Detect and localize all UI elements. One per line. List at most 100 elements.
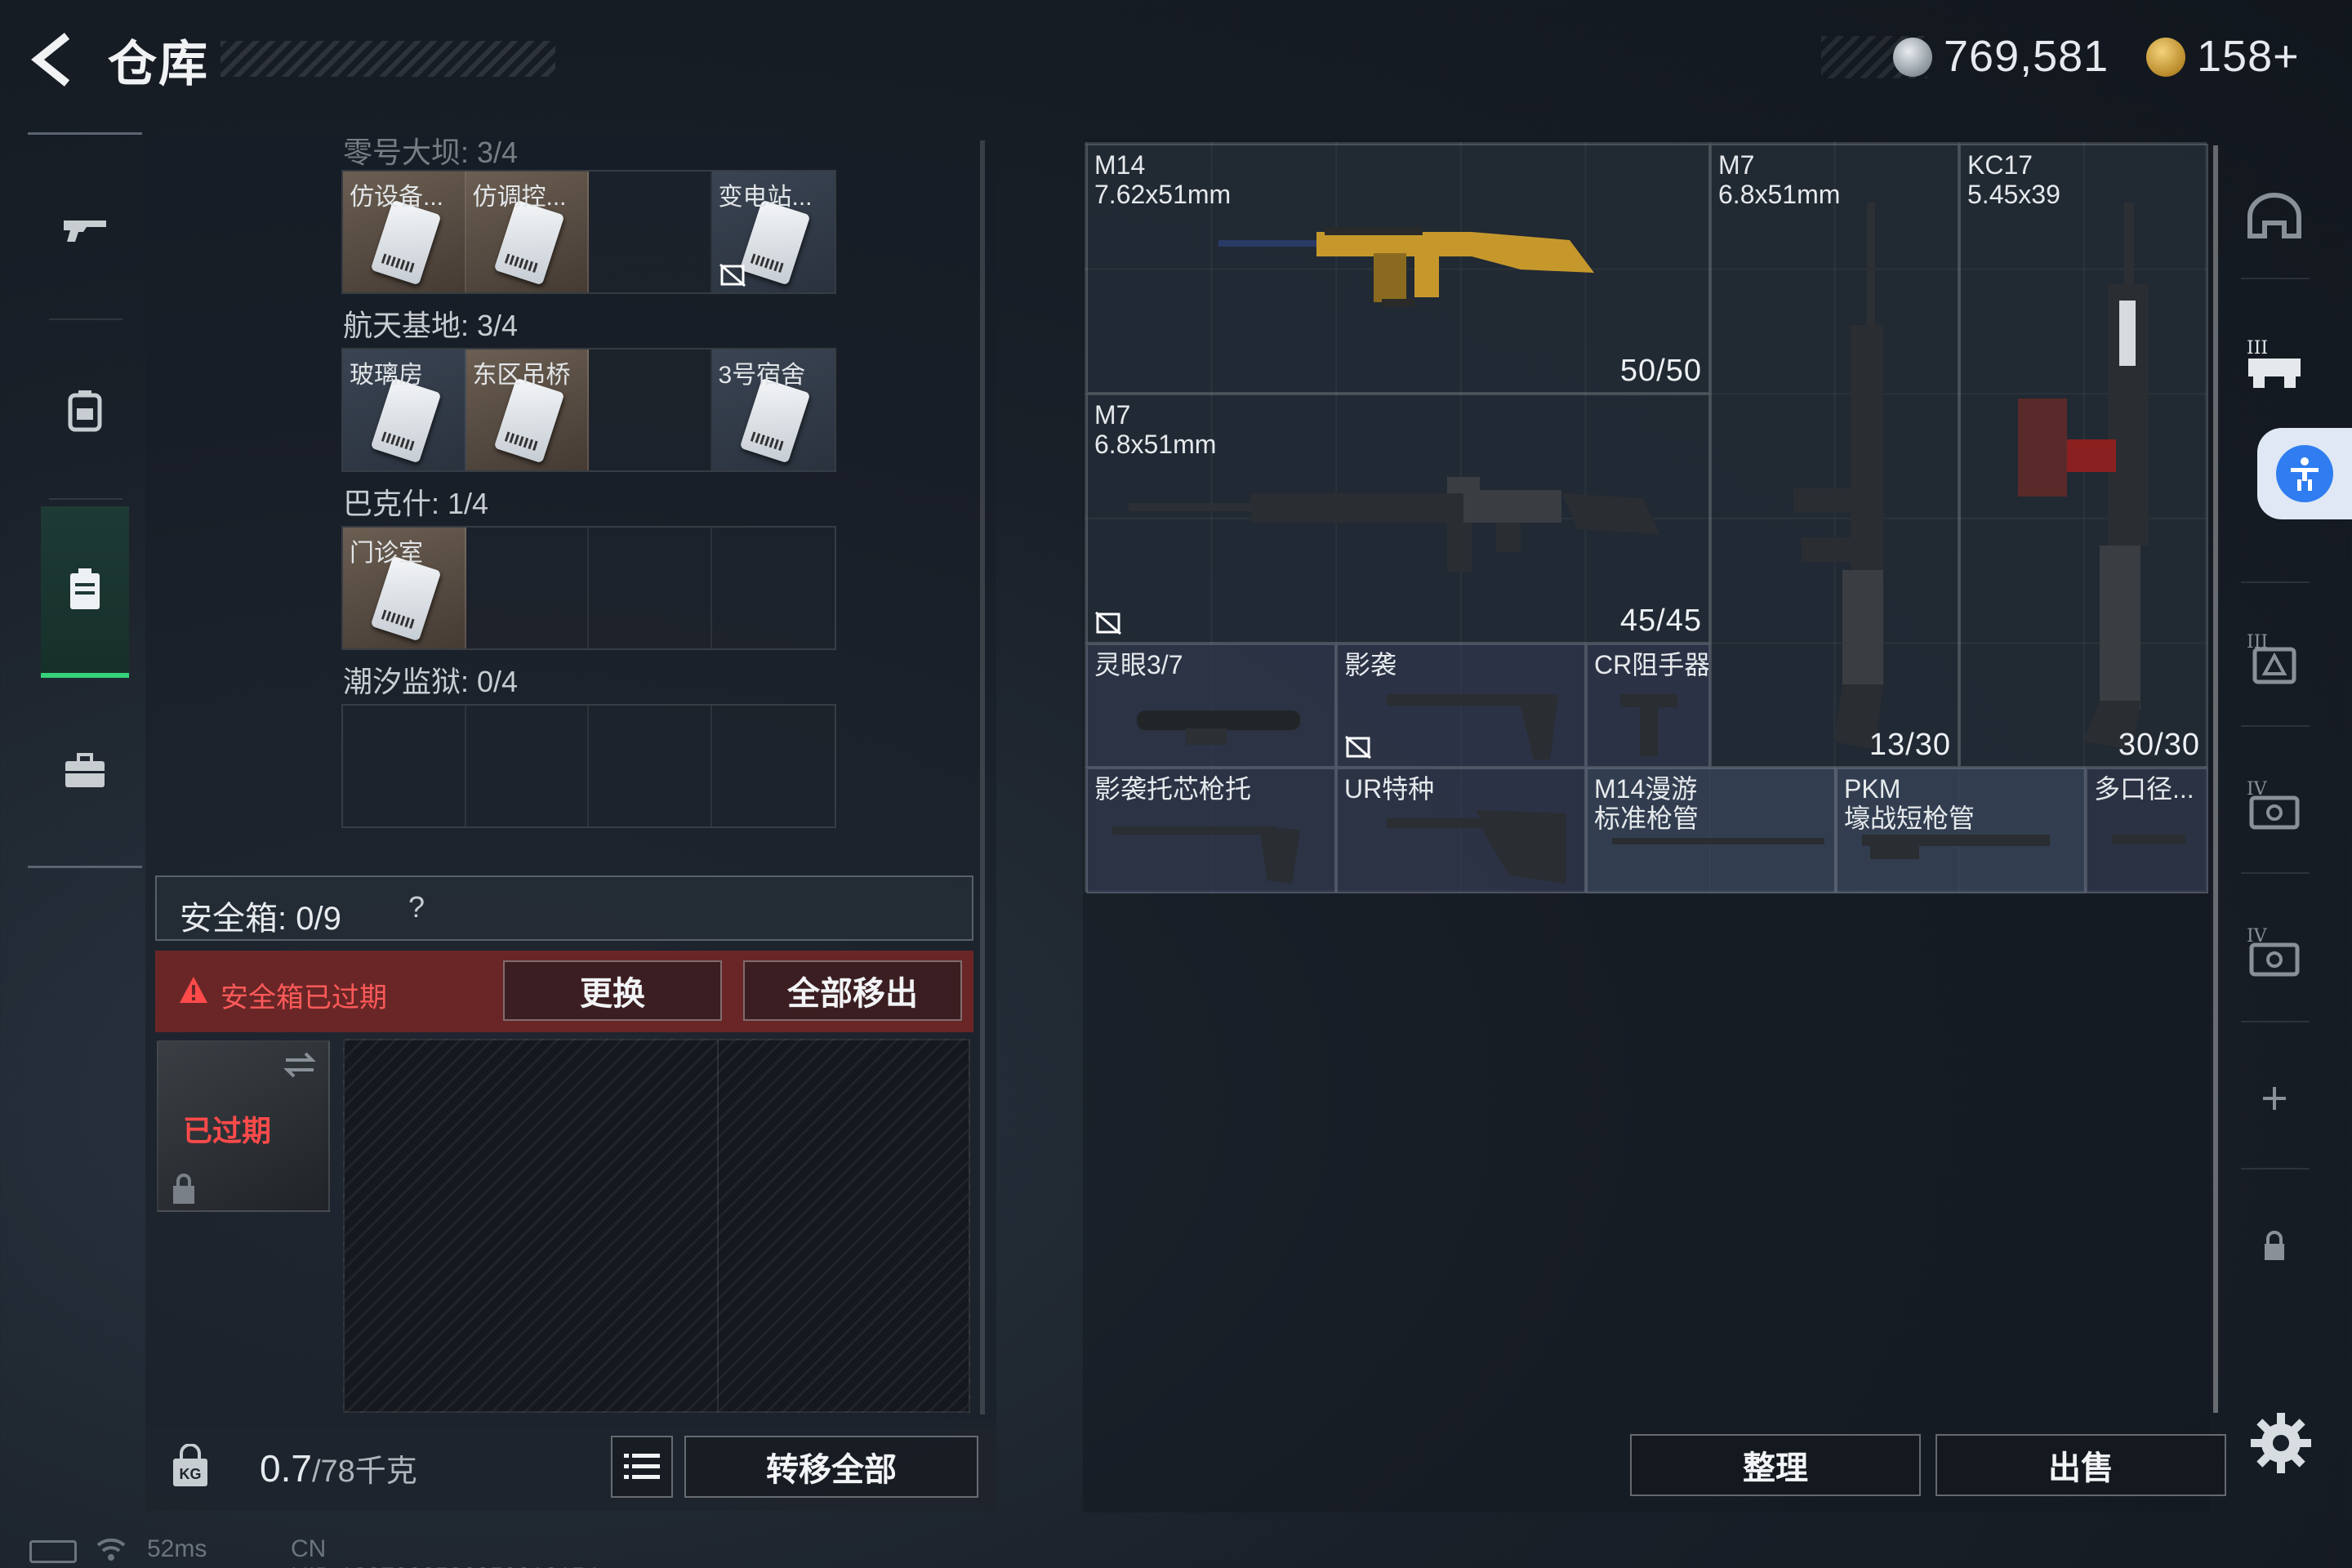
title-decor-stripe xyxy=(220,41,555,77)
attachment-barrel[interactable]: M14漫游 标准枪管 xyxy=(1586,768,1836,893)
help-button[interactable]: ? xyxy=(399,890,434,926)
attachment-scope[interactable]: 灵眼3/7 xyxy=(1086,644,1336,768)
briefcase-icon xyxy=(65,753,105,787)
kc17-rifle-icon xyxy=(2018,203,2149,750)
nav-bottom-line xyxy=(28,866,142,868)
sidebar-separator xyxy=(2241,872,2310,874)
nav-top-line xyxy=(28,132,142,135)
top-bar: 仓库 769,581 158+ xyxy=(0,0,2352,122)
gold-balance[interactable]: 158+ xyxy=(2197,31,2300,82)
weapon-m14[interactable]: M14 7.62x51mm 50/50 xyxy=(1086,144,1710,394)
keycard-slot[interactable]: 3号宿舍 xyxy=(711,350,835,470)
wifi-icon xyxy=(96,1538,126,1561)
lock-button[interactable] xyxy=(2230,1200,2319,1290)
attachment-ur-stock[interactable]: UR特种 xyxy=(1336,768,1586,893)
sidebar-separator xyxy=(2241,725,2310,727)
attachment-stock[interactable]: 影袭 xyxy=(1336,644,1586,768)
keycard-slot[interactable]: 仿设备... xyxy=(343,172,466,292)
silver-coin-icon xyxy=(1893,38,1932,77)
list-view-button[interactable] xyxy=(611,1436,673,1498)
inventory-panel: M14 7.62x51mm 50/50 M7 6.8x51mm 45/45 M7… xyxy=(1083,139,2210,1512)
sell-button[interactable]: 出售 xyxy=(1936,1434,2226,1496)
ammo-count: 13/30 xyxy=(1869,728,1951,762)
add-icon xyxy=(2263,1087,2286,1110)
keycard-slot[interactable]: 玻璃房 xyxy=(343,350,466,470)
keycard-slot[interactable]: 仿调控... xyxy=(466,172,589,292)
keycard-slot[interactable]: 东区吊桥 xyxy=(466,350,589,470)
keycard-slot-empty xyxy=(343,706,466,826)
no-entry-icon xyxy=(719,263,746,287)
item-name: M14 7.62x51mm xyxy=(1094,150,1232,209)
attachment-stock-core[interactable]: 影袭托芯枪托 xyxy=(1086,768,1336,893)
tier3-backpack-icon: III xyxy=(2247,632,2296,684)
attachment-grip[interactable]: CR阻手器 xyxy=(1586,644,1710,768)
inventory-scrollbar[interactable] xyxy=(2213,145,2218,1413)
equip-rig[interactable]: III xyxy=(2230,318,2319,408)
safebox-warning-bar: 安全箱已过期 更换 全部移出 xyxy=(155,951,973,1032)
keycard-slot[interactable]: 变电站... xyxy=(711,172,835,292)
item-name: 多口径... xyxy=(2094,774,2194,804)
weapon-m7-vertical[interactable]: M7 6.8x51mm 13/30 xyxy=(1710,144,1959,768)
accessibility-button[interactable] xyxy=(2257,428,2352,519)
ping-readout: 52ms xyxy=(147,1535,207,1562)
nav-separator xyxy=(49,498,122,500)
category-label: 航天基地: 3/4 xyxy=(343,309,519,342)
sidebar-separator xyxy=(2241,278,2310,279)
keycard-slot-empty xyxy=(589,172,712,292)
transfer-all-button[interactable]: 转移全部 xyxy=(684,1436,978,1498)
tier3-rig-icon: III xyxy=(2247,338,2301,388)
equip-helmet[interactable] xyxy=(2230,175,2319,265)
keycard-name: 门诊室 xyxy=(350,540,423,567)
safebox-capacity: 安全箱: 0/9 xyxy=(180,901,341,937)
keycard-slot-empty xyxy=(589,706,712,826)
inventory-grid[interactable]: M14 7.62x51mm 50/50 M7 6.8x51mm 45/45 M7… xyxy=(1085,142,2208,893)
replace-button[interactable]: 更换 xyxy=(503,960,722,1021)
m7-rifle-icon xyxy=(1129,477,1659,572)
nav-briefcase[interactable] xyxy=(41,727,129,815)
weapon-kc17[interactable]: KC17 5.45x39 30/30 xyxy=(1959,144,2208,768)
grip-icon xyxy=(1620,694,1677,756)
tier4-backpack-icon: IV xyxy=(2247,779,2300,830)
keycard-row: 门诊室 xyxy=(341,526,836,650)
gear-icon xyxy=(2251,1413,2311,1473)
sort-button[interactable]: 整理 xyxy=(1630,1434,1921,1496)
settings-button[interactable] xyxy=(2244,1406,2318,1480)
scope-icon xyxy=(1137,710,1300,745)
category-label: 零号大坝: 3/4 xyxy=(343,136,519,169)
ammo-count: 45/45 xyxy=(1619,604,1702,638)
item-name: CR阻手器 xyxy=(1594,650,1710,679)
keycard-name: 东区吊桥 xyxy=(472,362,571,389)
equip-backpack[interactable]: III xyxy=(2230,612,2319,702)
back-button[interactable] xyxy=(24,29,82,90)
m7-rifle-icon xyxy=(1793,203,1883,750)
keycard-slot-empty xyxy=(466,528,589,648)
nav-storage[interactable] xyxy=(41,506,129,678)
keycard-slot-empty xyxy=(712,706,835,826)
item-name: M7 6.8x51mm xyxy=(1718,150,1841,209)
keycard-scrollbar[interactable] xyxy=(980,140,985,1414)
safebox-item[interactable]: 已过期 xyxy=(157,1040,330,1212)
gold-coin-icon[interactable] xyxy=(2146,38,2185,77)
stock-icon xyxy=(1387,810,1566,884)
keycard-slot[interactable]: 门诊室 xyxy=(343,528,466,648)
keycard-row: 仿设备... 仿调控... 变电站... xyxy=(341,170,836,294)
lock-icon xyxy=(2265,1231,2284,1260)
nav-weapons[interactable] xyxy=(41,186,129,274)
attachment-pkm-barrel[interactable]: PKM 壕战短枪管 xyxy=(1836,768,2086,893)
weight-bar: KG 0.7/78千克 转移全部 xyxy=(145,1421,996,1511)
weapon-m7[interactable]: M7 6.8x51mm 45/45 xyxy=(1086,394,1710,644)
item-name: 影袭托芯枪托 xyxy=(1094,774,1252,804)
keycard-icon xyxy=(493,199,564,286)
m14-rifle-icon xyxy=(1218,227,1594,307)
safebox-grid[interactable] xyxy=(343,1039,970,1413)
remove-all-button[interactable]: 全部移出 xyxy=(743,960,962,1021)
add-slot-button[interactable] xyxy=(2230,1054,2319,1143)
keycard-name: 仿设备... xyxy=(350,184,444,211)
equip-chest[interactable]: IV xyxy=(2230,760,2319,849)
svg-text:III: III xyxy=(2247,338,2268,359)
keycard-name: 变电站... xyxy=(718,184,813,211)
equip-case[interactable]: IV xyxy=(2230,906,2319,996)
attachment-muzzle[interactable]: 多口径... xyxy=(2086,768,2208,893)
safebox-expired-text: 安全箱已过期 xyxy=(220,982,387,1013)
nav-backpack[interactable] xyxy=(41,366,129,454)
